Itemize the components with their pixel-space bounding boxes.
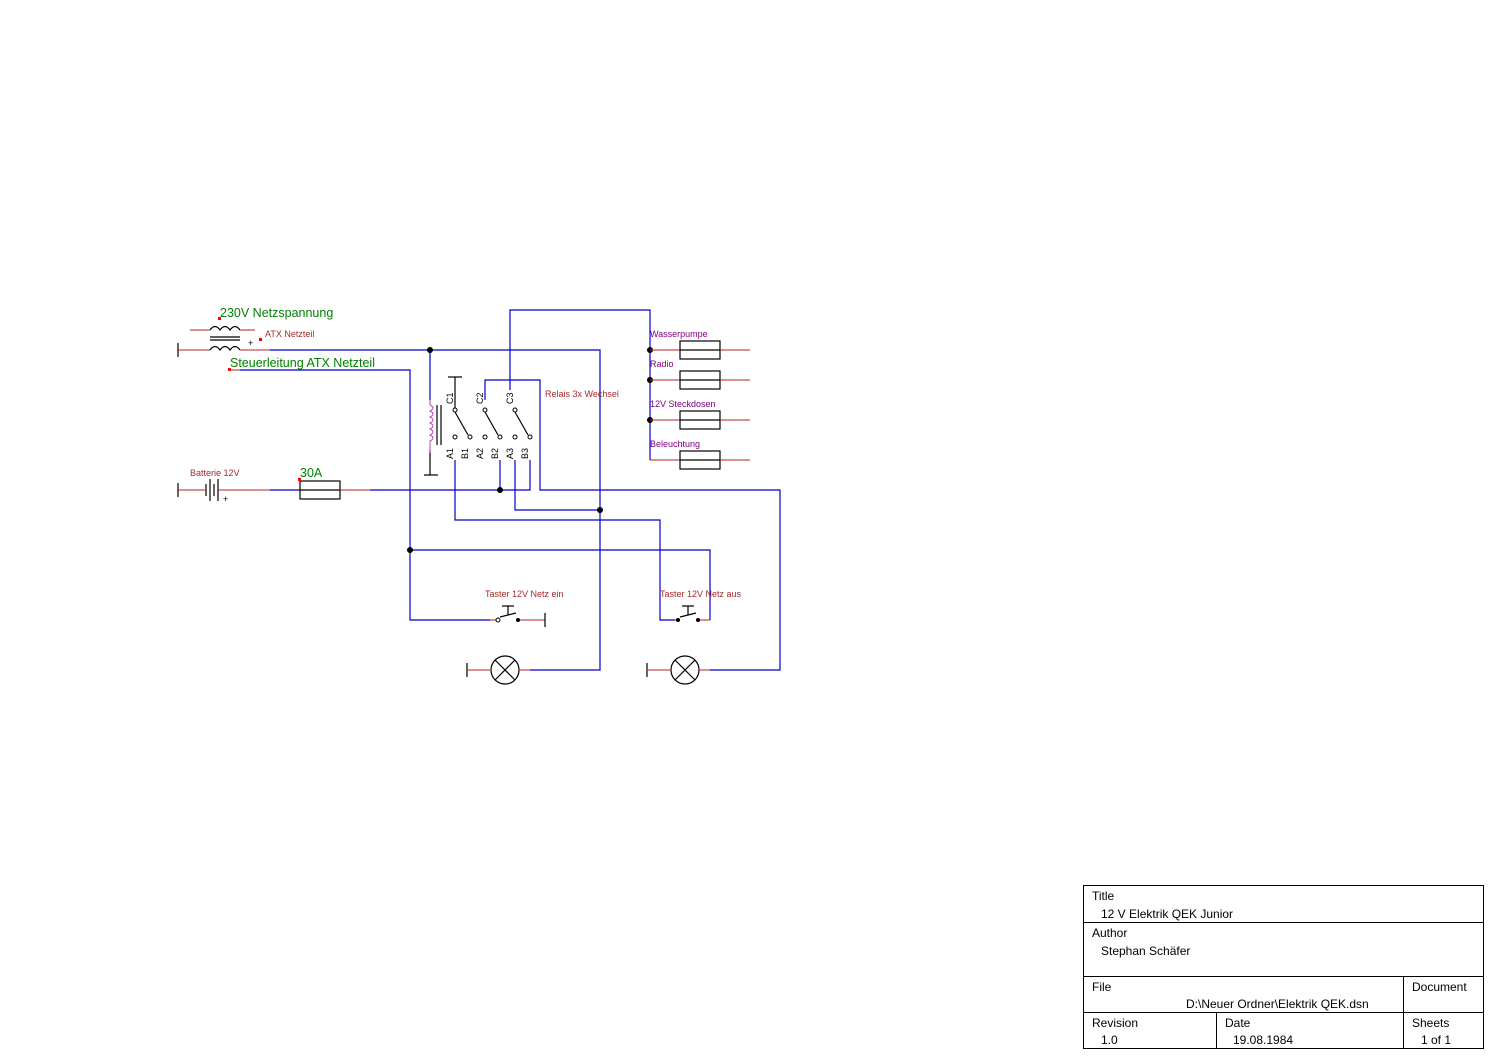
document-heading: Document (1412, 980, 1467, 994)
relay-pin-b2: B2 (490, 448, 500, 459)
wire-a3 (514, 460, 600, 511)
author-value: Stephan Schäfer (1101, 944, 1191, 958)
wire-fuse-out (370, 460, 531, 491)
wire-button-off-top (410, 549, 711, 620)
button-on: Taster 12V Netz ein (485, 589, 564, 627)
file-heading: File (1092, 980, 1112, 994)
load-label-radio: Radio (650, 359, 674, 369)
mains-net-label: 230V Netzspannung (220, 306, 333, 320)
junction-dot (597, 507, 603, 513)
author-heading: Author (1092, 926, 1128, 940)
sheets-heading: Sheets (1412, 1016, 1450, 1030)
relay-contact-1 (452, 407, 473, 440)
relay-contact-2 (482, 407, 503, 440)
load-label-beleuchtung: Beleuchtung (650, 439, 700, 449)
author-cell: Author Stephan Schäfer (1084, 923, 1483, 977)
atx-transformer: + 230V Netzspannung ATX Netzteil (177, 306, 333, 357)
file-value: D:\Neuer Ordner\Elektrik QEK.dsn (1186, 997, 1369, 1011)
load-outputs: Wasserpumpe Radio 12V Steckdosen Beleuch… (650, 329, 750, 470)
battery-label: Batterie 12V (190, 468, 240, 478)
relay-pin-a2: A2 (475, 448, 485, 459)
relay-pin-a1: A1 (445, 448, 455, 459)
lamp-off (646, 655, 710, 685)
date-cell: Date 19.08.1984 (1217, 1013, 1404, 1048)
relay-pin-a3: A3 (505, 448, 515, 459)
button-off: Taster 12V Netz aus (660, 589, 742, 622)
relay-contact-3 (512, 407, 533, 440)
title-cell: Title 12 V Elektrik QEK Junior (1084, 886, 1483, 923)
wire-c2 (484, 379, 781, 671)
junction-dot (427, 347, 433, 353)
atx-label: ATX Netzteil (265, 329, 314, 339)
revision-value: 1.0 (1101, 1033, 1118, 1047)
lamp-on (466, 655, 530, 685)
relay-pin-b1: B1 (460, 448, 470, 459)
load-label-steckdosen: 12V Steckdosen (650, 399, 716, 409)
control-net: Steuerleitung ATX Netzteil (228, 356, 375, 371)
wire-control (240, 369, 490, 621)
load-steckdosen: 12V Steckdosen (650, 399, 750, 430)
fuse: 30A (298, 466, 370, 500)
relay-label: Relais 3x Wechsel (545, 389, 619, 399)
sheets-cell: Sheets 1 of 1 (1404, 1013, 1483, 1048)
relay-pin-c1: C1 (445, 392, 455, 404)
relay: C1 C2 C3 A1 B1 A2 B2 A3 B3 Relais 3x Wec… (424, 376, 619, 476)
junction-dot (497, 487, 503, 493)
date-value: 19.08.1984 (1233, 1033, 1294, 1047)
battery-plus-sign: + (223, 494, 228, 504)
load-beleuchtung: Beleuchtung (650, 439, 750, 470)
relay-pin-c2: C2 (475, 392, 485, 404)
fuse-value-label: 30A (300, 466, 323, 480)
revision-cell: Revision 1.0 (1084, 1013, 1217, 1048)
junctions (407, 347, 653, 553)
title-heading: Title (1092, 889, 1115, 903)
revision-heading: Revision (1092, 1016, 1139, 1030)
atx-plus-sign: + (248, 338, 253, 348)
title-value: 12 V Elektrik QEK Junior (1101, 907, 1234, 921)
relay-pin-b3: B3 (520, 448, 530, 459)
control-net-label: Steuerleitung ATX Netzteil (230, 356, 375, 370)
relay-pin-c3: C3 (505, 392, 515, 404)
title-block: Title 12 V Elektrik QEK Junior Author St… (1083, 885, 1484, 1049)
document-cell: Document (1404, 977, 1483, 1013)
date-heading: Date (1225, 1016, 1251, 1030)
load-wasserpumpe: Wasserpumpe (650, 329, 750, 360)
file-cell: File D:\Neuer Ordner\Elektrik QEK.dsn (1084, 977, 1404, 1013)
load-radio: Radio (650, 359, 750, 390)
junction-dot (407, 547, 413, 553)
sheets-value: 1 of 1 (1421, 1033, 1452, 1047)
button-on-label: Taster 12V Netz ein (485, 589, 564, 599)
button-off-label: Taster 12V Netz aus (660, 589, 742, 599)
battery: + Batterie 12V (177, 468, 270, 504)
load-label-wasserpumpe: Wasserpumpe (650, 329, 708, 339)
